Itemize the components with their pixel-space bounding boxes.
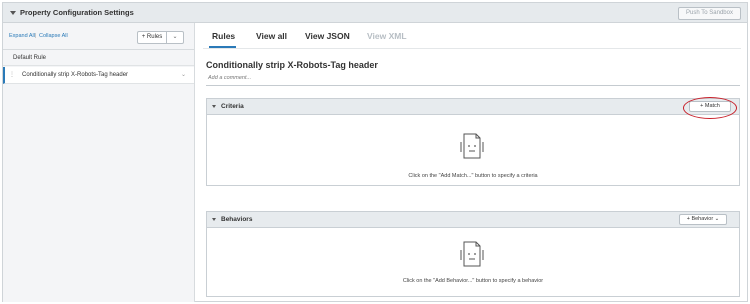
- tab-view-xml: View XML: [367, 31, 407, 41]
- tree-item-label: Conditionally strip X-Robots-Tag header: [22, 72, 129, 78]
- behaviors-section: Behaviors + Behavior ⌄ Click on the "Add…: [206, 211, 740, 297]
- rules-dropdown-button[interactable]: ⌄: [167, 31, 184, 44]
- criteria-header[interactable]: Criteria + Match: [207, 99, 739, 115]
- behaviors-title: Behaviors: [221, 216, 253, 223]
- tab-view-all[interactable]: View all: [256, 31, 287, 41]
- add-rules-button[interactable]: + Rules: [137, 31, 167, 44]
- rule-tree-toolbar: Expand All | Collapse All + Rules ⌄: [3, 23, 194, 50]
- tree-item-selected-rule[interactable]: ⋮ Conditionally strip X-Robots-Tag heade…: [3, 67, 194, 84]
- collapse-all-link[interactable]: Collapse All: [39, 33, 68, 39]
- tab-view-json[interactable]: View JSON: [305, 31, 350, 41]
- tabs-divider: [203, 48, 741, 49]
- annotation-circle: [683, 97, 737, 119]
- add-behavior-button[interactable]: + Behavior ⌄: [679, 214, 727, 225]
- empty-document-icon: [460, 241, 484, 267]
- drag-handle-icon[interactable]: ⋮: [9, 71, 15, 78]
- collapse-triangle-icon[interactable]: [212, 105, 216, 108]
- expand-all-link[interactable]: Expand All: [9, 33, 35, 39]
- rule-tree-pane: Expand All | Collapse All + Rules ⌄ Defa…: [3, 23, 195, 302]
- behaviors-header[interactable]: Behaviors + Behavior ⌄: [207, 212, 739, 228]
- rule-title: Conditionally strip X-Robots-Tag header: [206, 60, 378, 70]
- criteria-title: Criteria: [221, 103, 244, 110]
- settings-header[interactable]: Property Configuration Settings Push To …: [3, 3, 747, 23]
- link-separator: |: [35, 33, 37, 39]
- behaviors-empty-hint: Click on the "Add Behavior..." button to…: [402, 278, 544, 284]
- collapse-triangle-icon[interactable]: [212, 218, 216, 221]
- collapse-triangle-icon[interactable]: [10, 11, 16, 15]
- criteria-empty-hint: Click on the "Add Match..." button to sp…: [408, 173, 538, 179]
- tree-item-default-rule[interactable]: Default Rule: [3, 51, 194, 66]
- chevron-down-icon[interactable]: ⌄: [181, 71, 186, 78]
- settings-title: Property Configuration Settings: [20, 8, 134, 17]
- empty-document-icon: [460, 133, 484, 159]
- push-to-sandbox-button[interactable]: Push To Sandbox: [678, 7, 741, 20]
- tab-rules[interactable]: Rules: [212, 31, 235, 41]
- comment-input[interactable]: Add a comment...: [206, 73, 740, 86]
- criteria-section: Criteria + Match Click on the "Add Match…: [206, 98, 740, 186]
